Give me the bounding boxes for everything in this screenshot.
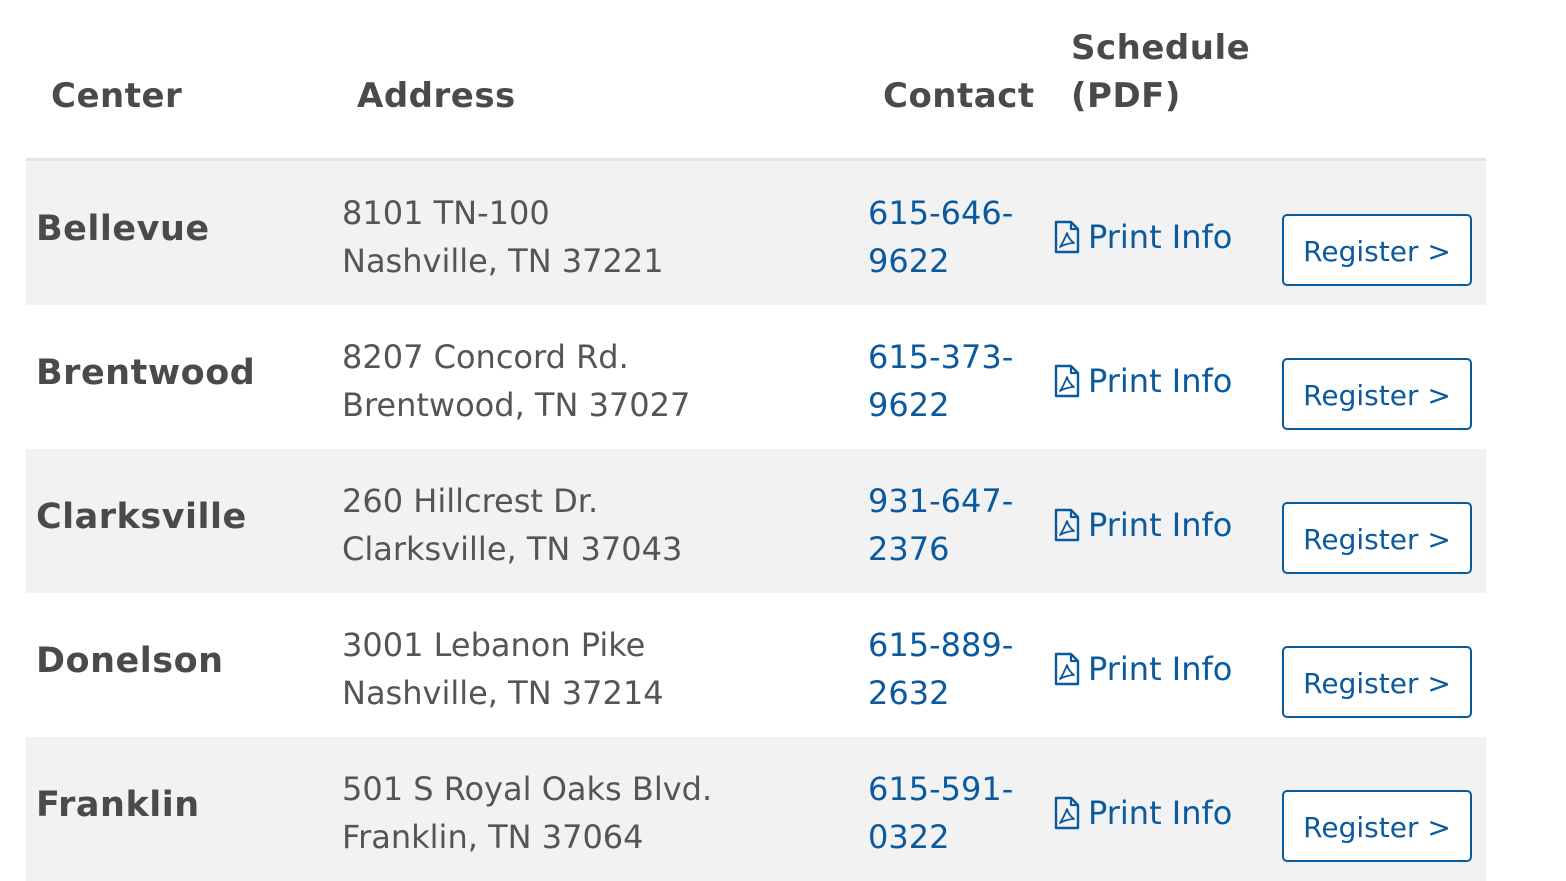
print-info-link[interactable]: Print Info (1054, 789, 1232, 837)
centers-table: Center Address Contact Schedule (PDF) Be… (26, 0, 1486, 881)
table-row: Clarksville 260 Hillcrest Dr. Clarksvill… (26, 449, 1486, 593)
phone-link[interactable]: 615-889- 2632 (868, 621, 1028, 717)
address-line2: Brentwood, TN 37027 (342, 386, 691, 424)
pdf-file-icon (1054, 652, 1080, 686)
print-info-label: Print Info (1088, 362, 1233, 400)
print-info-label: Print Info (1088, 650, 1233, 688)
address-line1: 8101 TN-100 (342, 194, 550, 232)
phone-line2: 2376 (868, 530, 950, 568)
phone-link[interactable]: 615-373- 9622 (868, 333, 1028, 429)
table-row: Bellevue 8101 TN-100 Nashville, TN 37221… (26, 161, 1486, 305)
pdf-file-icon (1054, 220, 1080, 254)
address-line1: 260 Hillcrest Dr. (342, 482, 599, 520)
table-row: Franklin 501 S Royal Oaks Blvd. Franklin… (26, 737, 1486, 881)
print-info-link[interactable]: Print Info (1054, 357, 1232, 405)
pdf-file-icon (1054, 796, 1080, 830)
address-line2: Nashville, TN 37221 (342, 242, 664, 280)
phone-link[interactable]: 615-591- 0322 (868, 765, 1028, 861)
address-line2: Franklin, TN 37064 (342, 818, 644, 856)
header-address: Address (357, 76, 516, 116)
pdf-file-icon (1054, 508, 1080, 542)
phone-line1: 615-646- (868, 194, 1014, 232)
pdf-file-icon (1054, 364, 1080, 398)
table-row: Brentwood 8207 Concord Rd. Brentwood, TN… (26, 305, 1486, 449)
phone-line1: 931-647- (868, 482, 1014, 520)
center-name: Bellevue (36, 209, 210, 249)
address-line2: Clarksville, TN 37043 (342, 530, 683, 568)
register-button[interactable]: Register > (1282, 502, 1472, 574)
print-info-label: Print Info (1088, 506, 1233, 544)
table-row: Donelson 3001 Lebanon Pike Nashville, TN… (26, 593, 1486, 737)
header-schedule: Schedule (PDF) (1071, 28, 1251, 116)
print-info-link[interactable]: Print Info (1054, 213, 1232, 261)
center-address: 8207 Concord Rd. Brentwood, TN 37027 (342, 333, 690, 429)
phone-line1: 615-373- (868, 338, 1014, 376)
center-name: Clarksville (36, 497, 247, 537)
print-info-label: Print Info (1088, 794, 1233, 832)
address-line1: 501 S Royal Oaks Blvd. (342, 770, 713, 808)
center-name: Brentwood (36, 353, 256, 393)
phone-link[interactable]: 615-646- 9622 (868, 189, 1028, 285)
address-line1: 8207 Concord Rd. (342, 338, 629, 376)
phone-link[interactable]: 931-647- 2376 (868, 477, 1028, 573)
phone-line2: 2632 (868, 674, 950, 712)
header-contact: Contact (883, 76, 1035, 116)
phone-line1: 615-591- (868, 770, 1014, 808)
print-info-link[interactable]: Print Info (1054, 501, 1232, 549)
phone-line2: 0322 (868, 818, 950, 856)
phone-line2: 9622 (868, 242, 950, 280)
phone-line2: 9622 (868, 386, 950, 424)
register-button[interactable]: Register > (1282, 646, 1472, 718)
address-line1: 3001 Lebanon Pike (342, 626, 646, 664)
phone-line1: 615-889- (868, 626, 1014, 664)
register-button[interactable]: Register > (1282, 214, 1472, 286)
center-name: Donelson (36, 641, 224, 681)
print-info-label: Print Info (1088, 218, 1233, 256)
address-line2: Nashville, TN 37214 (342, 674, 664, 712)
register-button[interactable]: Register > (1282, 358, 1472, 430)
center-address: 8101 TN-100 Nashville, TN 37221 (342, 189, 664, 285)
table-header: Center Address Contact Schedule (PDF) (26, 0, 1486, 161)
print-info-link[interactable]: Print Info (1054, 645, 1232, 693)
center-name: Franklin (36, 785, 200, 825)
center-address: 260 Hillcrest Dr. Clarksville, TN 37043 (342, 477, 682, 573)
center-address: 501 S Royal Oaks Blvd. Franklin, TN 3706… (342, 765, 712, 861)
header-center: Center (51, 76, 183, 116)
center-address: 3001 Lebanon Pike Nashville, TN 37214 (342, 621, 664, 717)
register-button[interactable]: Register > (1282, 790, 1472, 862)
